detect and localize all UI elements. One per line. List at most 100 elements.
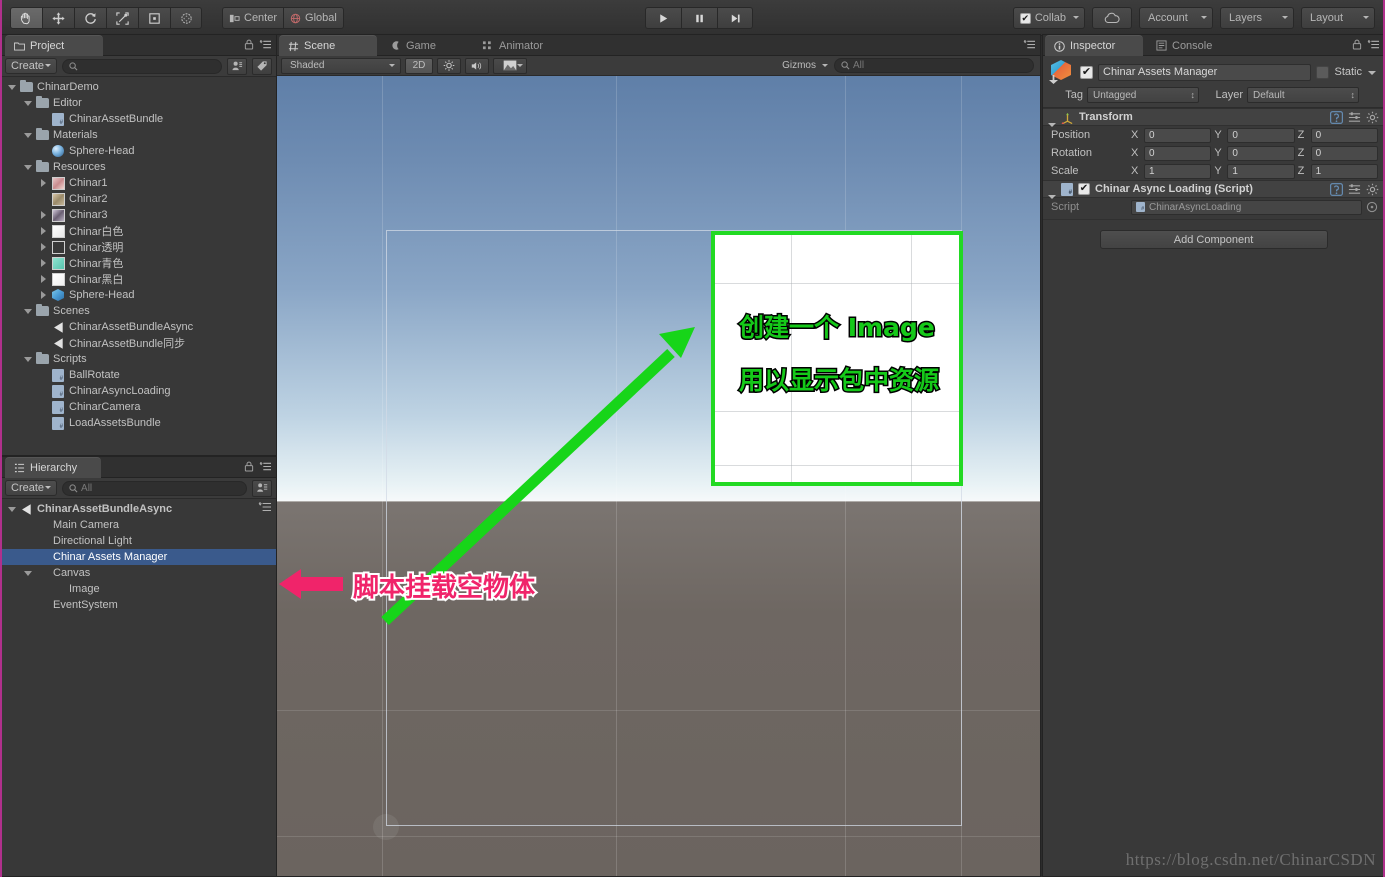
foldout-arrow-icon[interactable]	[5, 84, 18, 90]
scale-z-input[interactable]: 1	[1310, 163, 1378, 179]
foldout-arrow-icon[interactable]	[21, 356, 34, 362]
scene-viewport[interactable]: 创建一个 Image 用以显示包中资源 脚本挂载空物体	[277, 76, 1040, 876]
scale-tool-button[interactable]	[106, 7, 138, 29]
foldout-arrow-icon[interactable]	[37, 211, 50, 219]
tab-game[interactable]: Game	[381, 35, 448, 56]
script-enabled-checkbox[interactable]: ✔	[1078, 183, 1090, 195]
tab-hierarchy[interactable]: Hierarchy	[5, 457, 101, 478]
scene-context-menu-icon[interactable]	[258, 501, 272, 513]
canvas-pivot-handle[interactable]	[373, 814, 399, 840]
rotate-tool-button[interactable]	[74, 7, 106, 29]
image-ui-element[interactable]	[711, 231, 963, 486]
scene-lighting-button[interactable]	[437, 57, 461, 74]
gizmos-dropdown[interactable]: Gizmos	[777, 58, 830, 74]
hierarchy-tree-row[interactable]: Chinar Assets Manager	[1, 549, 276, 565]
transform-foldout-icon[interactable]	[1048, 123, 1056, 127]
scale-y-input[interactable]: 1	[1227, 163, 1295, 179]
hierarchy-filter-button[interactable]	[252, 479, 272, 497]
tab-project[interactable]: Project	[5, 35, 103, 56]
project-tree-row[interactable]: Sphere-Head	[1, 287, 276, 303]
play-button[interactable]	[645, 7, 681, 29]
project-tree-row[interactable]: # ChinarCamera	[1, 399, 276, 415]
project-tree-row[interactable]: Chinar黑白	[1, 271, 276, 287]
move-tool-button[interactable]	[42, 7, 74, 29]
help-icon[interactable]	[1330, 182, 1343, 196]
foldout-arrow-icon[interactable]	[37, 227, 50, 235]
project-tree-row[interactable]: Chinar3	[1, 207, 276, 223]
collab-button[interactable]: ✔ Collab	[1012, 7, 1085, 29]
project-tree-row[interactable]: Chinar1	[1, 175, 276, 191]
draw-mode-dropdown[interactable]: Shaded	[281, 57, 401, 74]
project-tree-row[interactable]: Chinar透明	[1, 239, 276, 255]
scene-search-input[interactable]: All	[834, 58, 1034, 73]
rect-tool-button[interactable]	[138, 7, 170, 29]
foldout-arrow-icon[interactable]	[5, 506, 18, 512]
foldout-arrow-icon[interactable]	[37, 275, 50, 283]
scene-audio-button[interactable]	[465, 57, 489, 74]
rotation-z-input[interactable]: 0	[1310, 145, 1378, 161]
foldout-arrow-icon[interactable]	[21, 132, 34, 138]
menu-icon[interactable]	[1023, 39, 1036, 50]
hierarchy-tree-row[interactable]: Image	[1, 581, 276, 597]
gameobject-name-input[interactable]: Chinar Assets Manager	[1098, 63, 1312, 81]
project-tree-row[interactable]: Sphere-Head	[1, 143, 276, 159]
project-tree-row[interactable]: ChinarAssetBundleAsync	[1, 319, 276, 335]
preset-icon[interactable]	[1348, 111, 1361, 124]
hierarchy-tree-row[interactable]: Main Camera	[1, 517, 276, 533]
foldout-arrow-icon[interactable]	[21, 164, 34, 170]
project-tree-row[interactable]: Scenes	[1, 303, 276, 319]
hierarchy-tree-row[interactable]: EventSystem	[1, 597, 276, 613]
component-header-transform[interactable]: Transform	[1043, 108, 1384, 127]
project-search-input[interactable]	[62, 58, 222, 74]
scene-fx-button[interactable]	[493, 57, 527, 74]
project-tree-row[interactable]: ChinarDemo	[1, 79, 276, 95]
project-tree-row[interactable]: # BallRotate	[1, 367, 276, 383]
project-tree-row[interactable]: # LoadAssetsBundle	[1, 415, 276, 431]
pivot-mode-button[interactable]: Center	[222, 7, 284, 29]
foldout-arrow-icon[interactable]	[21, 570, 34, 576]
project-tree-row[interactable]: Chinar青色	[1, 255, 276, 271]
add-component-button[interactable]: Add Component	[1099, 230, 1328, 249]
project-tree-row[interactable]: Editor	[1, 95, 276, 111]
hierarchy-tree-row[interactable]: ChinarAssetBundleAsync	[1, 501, 276, 517]
project-filter-type-button[interactable]	[227, 57, 247, 75]
project-tree-row[interactable]: Resources	[1, 159, 276, 175]
position-z-input[interactable]: 0	[1310, 127, 1378, 143]
project-tree-row[interactable]: # ChinarAssetBundle	[1, 111, 276, 127]
tab-console[interactable]: Console	[1147, 35, 1224, 56]
project-filter-label-button[interactable]	[252, 57, 272, 75]
pause-button[interactable]	[681, 7, 717, 29]
foldout-arrow-icon[interactable]	[21, 308, 34, 314]
foldout-arrow-icon[interactable]	[37, 259, 50, 267]
rotation-x-input[interactable]: 0	[1144, 145, 1212, 161]
script-foldout-icon[interactable]	[1048, 195, 1056, 199]
layer-dropdown[interactable]: Default	[1247, 87, 1359, 103]
hierarchy-search-input[interactable]: All	[62, 480, 247, 496]
static-dropdown-icon[interactable]	[1368, 71, 1376, 75]
project-tree-row[interactable]: Materials	[1, 127, 276, 143]
layout-button[interactable]: Layout	[1301, 7, 1375, 29]
tag-dropdown[interactable]: Untagged	[1087, 87, 1199, 103]
foldout-arrow-icon[interactable]	[21, 100, 34, 106]
tab-inspector[interactable]: Inspector	[1045, 35, 1143, 56]
lock-icon[interactable]	[244, 461, 254, 472]
foldout-arrow-icon[interactable]	[37, 243, 50, 251]
component-header-script[interactable]: # ✔ Chinar Async Loading (Script)	[1043, 180, 1384, 199]
gear-icon[interactable]	[1366, 183, 1379, 196]
layers-button[interactable]: Layers	[1220, 7, 1294, 29]
gear-icon[interactable]	[1366, 111, 1379, 124]
account-button[interactable]: Account	[1139, 7, 1213, 29]
project-tree-row[interactable]: ChinarAssetBundle同步	[1, 335, 276, 351]
hierarchy-tree-row[interactable]: Canvas	[1, 565, 276, 581]
project-tree-row[interactable]: Chinar白色	[1, 223, 276, 239]
static-checkbox[interactable]	[1316, 65, 1330, 79]
tab-animator[interactable]: Animator	[473, 35, 555, 56]
position-x-input[interactable]: 0	[1144, 127, 1212, 143]
hierarchy-create-button[interactable]: Create	[5, 480, 58, 496]
tab-scene[interactable]: Scene	[279, 35, 377, 56]
transform-tool-button[interactable]	[170, 7, 202, 29]
cloud-button[interactable]	[1092, 7, 1132, 29]
pivot-rotation-button[interactable]: Global	[283, 7, 344, 29]
step-button[interactable]	[717, 7, 753, 29]
foldout-arrow-icon[interactable]	[37, 291, 50, 299]
